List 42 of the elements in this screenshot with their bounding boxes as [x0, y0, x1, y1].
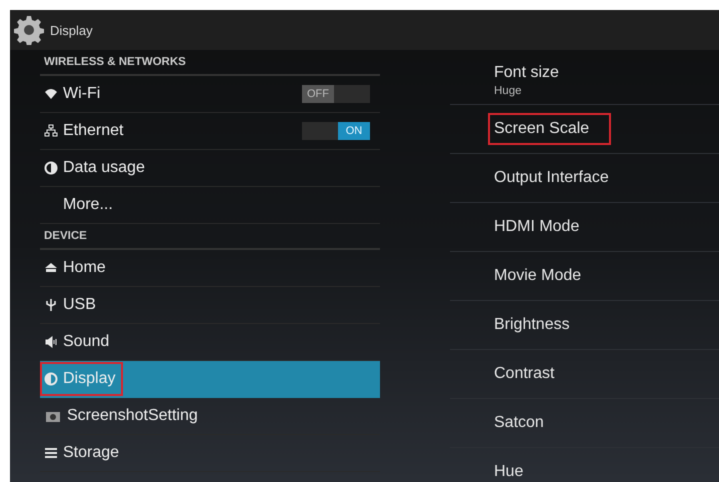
setting-title[interactable]: Output Interface: [488, 162, 631, 194]
item-label: ScreenshotSetting: [40, 399, 206, 433]
usb-icon: [44, 298, 58, 312]
item-label: Ethernet: [40, 114, 132, 148]
sidebar-item[interactable]: Display: [40, 361, 380, 398]
item-label: Data usage: [40, 151, 153, 185]
sidebar-item[interactable]: Data usage: [40, 150, 380, 187]
section-header: WIRELESS & NETWORKS: [40, 50, 380, 76]
setting-title[interactable]: Movie Mode: [488, 260, 604, 292]
contrast-icon: [44, 372, 58, 386]
item-label: More...: [62, 195, 114, 215]
pie-chart-icon: [44, 161, 58, 175]
section-header: DEVICE: [40, 224, 380, 250]
camera-icon: [44, 409, 62, 423]
item-label: Display: [40, 362, 124, 396]
sidebar-item[interactable]: ScreenshotSetting: [40, 398, 380, 435]
window-title: Display: [50, 22, 93, 38]
wifi-icon: [44, 87, 58, 101]
item-label: USB: [40, 288, 104, 322]
gear-icon: [14, 15, 44, 45]
setting-title[interactable]: Screen Scale: [488, 113, 612, 145]
setting-title[interactable]: Contrast: [488, 358, 576, 390]
toggle-switch[interactable]: OFF: [302, 85, 370, 103]
setting-title[interactable]: Hue: [488, 456, 546, 482]
item-label: Home: [40, 251, 114, 285]
item-label: Storage: [40, 436, 128, 470]
sidebar-item[interactable]: USB: [40, 287, 380, 324]
sidebar-item[interactable]: Wi-Fi OFF: [40, 76, 380, 113]
sidebar-item[interactable]: More...: [40, 187, 380, 224]
setting-summary: Huge: [494, 85, 522, 97]
item-label: Sound: [40, 325, 118, 359]
home-icon: [44, 261, 58, 275]
network-icon: [44, 124, 58, 138]
setting-title[interactable]: Brightness: [488, 309, 592, 341]
sidebar-item[interactable]: Storage: [40, 435, 380, 472]
setting-title[interactable]: Satcon: [488, 407, 566, 439]
sidebar-item[interactable]: Ethernet ON: [40, 113, 380, 150]
list-icon: [44, 446, 58, 460]
sidebar-item[interactable]: Home: [40, 250, 380, 287]
setting-title[interactable]: HDMI Mode: [488, 211, 602, 243]
item-label: Wi-Fi: [40, 77, 108, 111]
speaker-icon: [44, 335, 58, 349]
